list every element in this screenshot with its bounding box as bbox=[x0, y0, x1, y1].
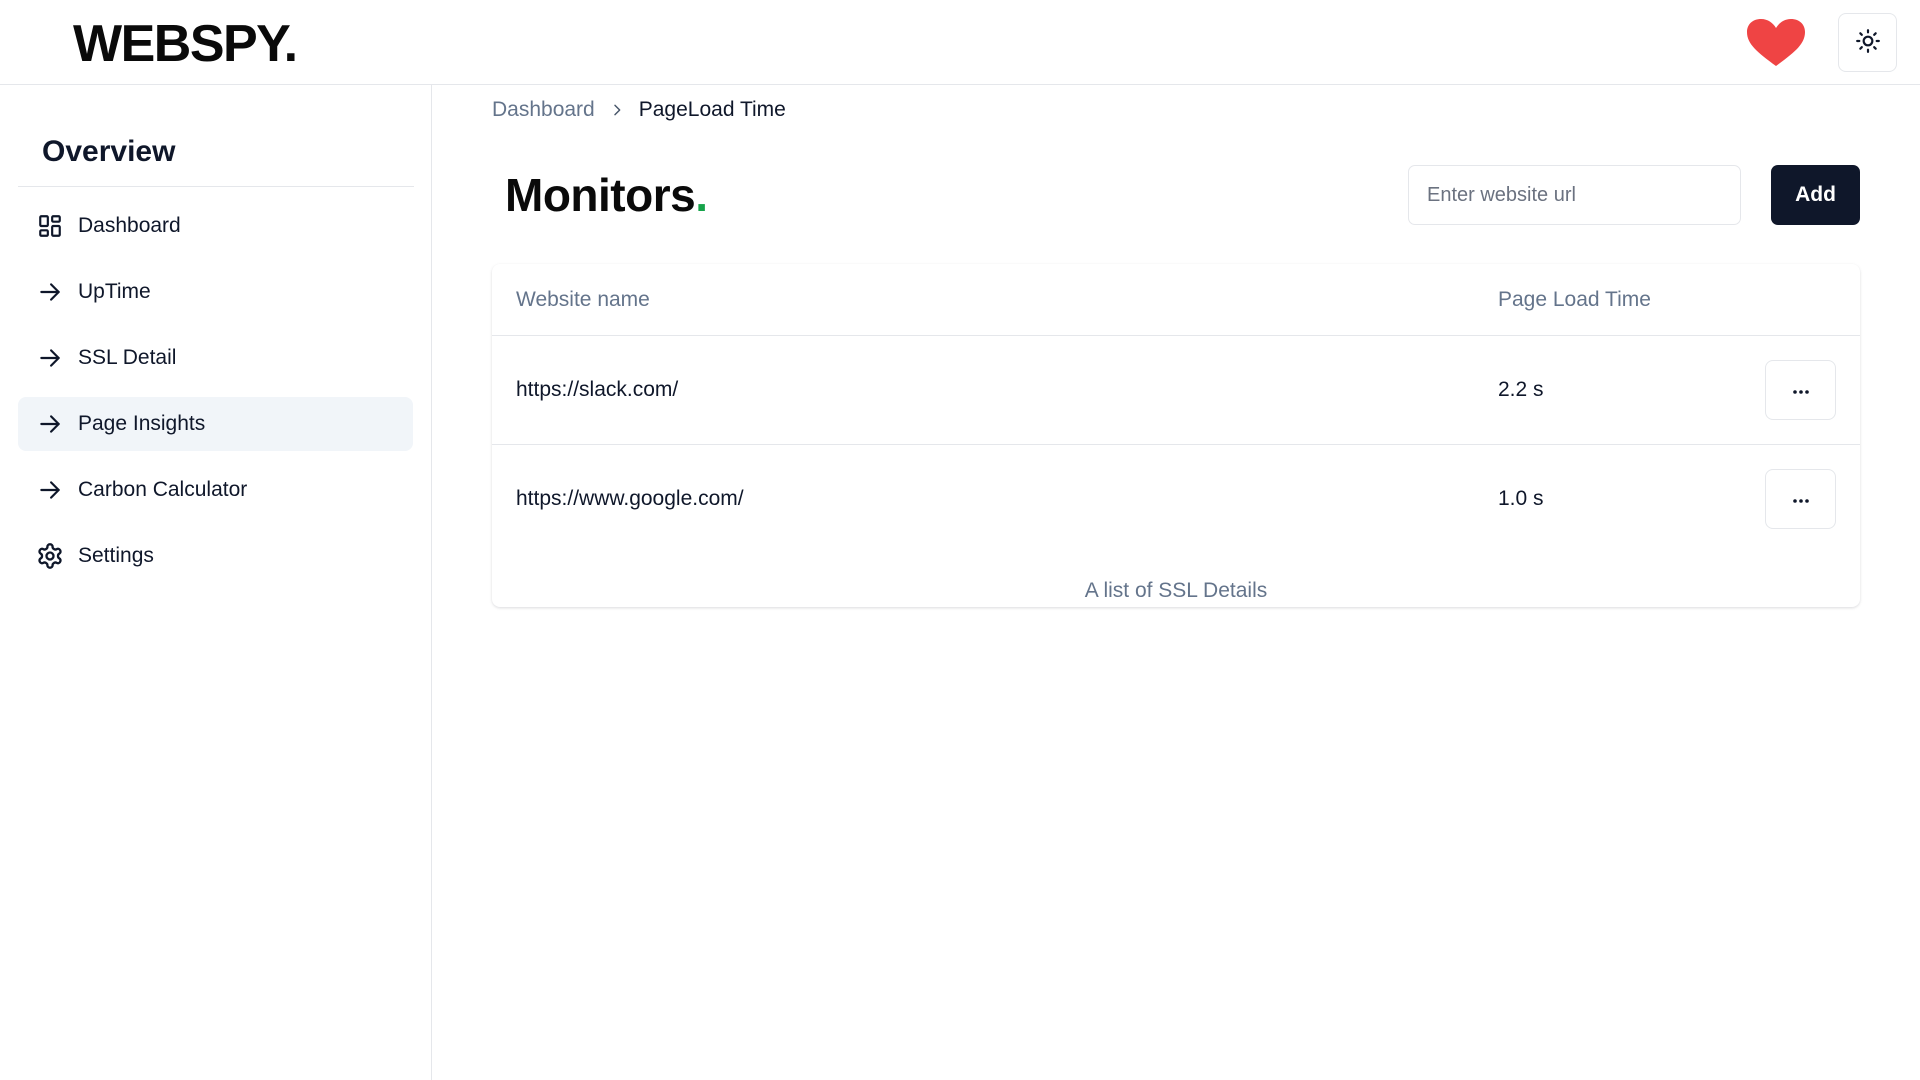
sidebar-divider bbox=[18, 186, 414, 187]
heart-icon[interactable] bbox=[1745, 18, 1807, 68]
sidebar: Overview Dashboard UpTime SSL Detail Pag… bbox=[0, 85, 432, 1080]
top-header: WEBSPY. bbox=[0, 0, 1920, 85]
chevron-right-icon bbox=[609, 102, 625, 118]
sidebar-item-page-insights[interactable]: Page Insights bbox=[18, 397, 413, 451]
add-button[interactable]: Add bbox=[1771, 165, 1860, 225]
website-cell: https://slack.com/ bbox=[516, 378, 679, 401]
arrow-right-icon bbox=[36, 476, 64, 504]
sidebar-item-ssl-detail[interactable]: SSL Detail bbox=[18, 331, 413, 385]
more-horizontal-icon bbox=[1791, 492, 1811, 507]
more-horizontal-icon bbox=[1791, 383, 1811, 398]
website-cell: https://www.google.com/ bbox=[516, 487, 744, 510]
row-actions-button[interactable] bbox=[1765, 360, 1836, 420]
app-logo[interactable]: WEBSPY. bbox=[73, 14, 298, 74]
breadcrumb-dashboard-link[interactable]: Dashboard bbox=[492, 98, 595, 122]
sidebar-item-label: Page Insights bbox=[78, 412, 206, 435]
sidebar-title: Overview bbox=[42, 135, 176, 168]
theme-toggle-button[interactable] bbox=[1838, 13, 1897, 72]
sidebar-item-label: SSL Detail bbox=[78, 346, 177, 369]
dashboard-grid-icon bbox=[36, 212, 64, 240]
arrow-right-icon bbox=[36, 344, 64, 372]
gear-icon bbox=[36, 542, 64, 570]
sidebar-item-carbon-calculator[interactable]: Carbon Calculator bbox=[18, 463, 413, 517]
sidebar-item-label: UpTime bbox=[78, 280, 151, 303]
page-title: Monitors. bbox=[505, 168, 708, 222]
sidebar-item-dashboard[interactable]: Dashboard bbox=[18, 199, 413, 253]
sidebar-item-settings[interactable]: Settings bbox=[18, 529, 413, 583]
sidebar-item-label: Carbon Calculator bbox=[78, 478, 248, 501]
row-actions-button[interactable] bbox=[1765, 469, 1836, 529]
breadcrumb-current: PageLoad Time bbox=[638, 98, 786, 121]
arrow-right-icon bbox=[36, 278, 64, 306]
sidebar-item-label: Settings bbox=[78, 544, 154, 567]
website-url-input[interactable] bbox=[1408, 165, 1741, 225]
sun-icon bbox=[1855, 28, 1881, 57]
page-title-dot: . bbox=[695, 169, 708, 221]
load-time-cell: 2.2 s bbox=[1498, 378, 1544, 401]
table-caption: A list of SSL Details bbox=[1084, 579, 1268, 602]
arrow-right-icon bbox=[36, 410, 64, 438]
column-header-load-time: Page Load Time bbox=[1498, 288, 1651, 311]
monitors-table: Website name Page Load Time https://slac… bbox=[492, 264, 1860, 607]
table-row: https://slack.com/ 2.2 s bbox=[492, 336, 1860, 445]
table-header: Website name Page Load Time bbox=[492, 264, 1860, 336]
table-row: https://www.google.com/ 1.0 s bbox=[492, 445, 1860, 554]
breadcrumb: Dashboard PageLoad Time bbox=[492, 98, 786, 122]
page-title-text: Monitors bbox=[505, 169, 696, 221]
load-time-cell: 1.0 s bbox=[1498, 487, 1544, 510]
sidebar-item-label: Dashboard bbox=[78, 214, 181, 237]
column-header-website: Website name bbox=[516, 288, 650, 311]
sidebar-item-uptime[interactable]: UpTime bbox=[18, 265, 413, 319]
